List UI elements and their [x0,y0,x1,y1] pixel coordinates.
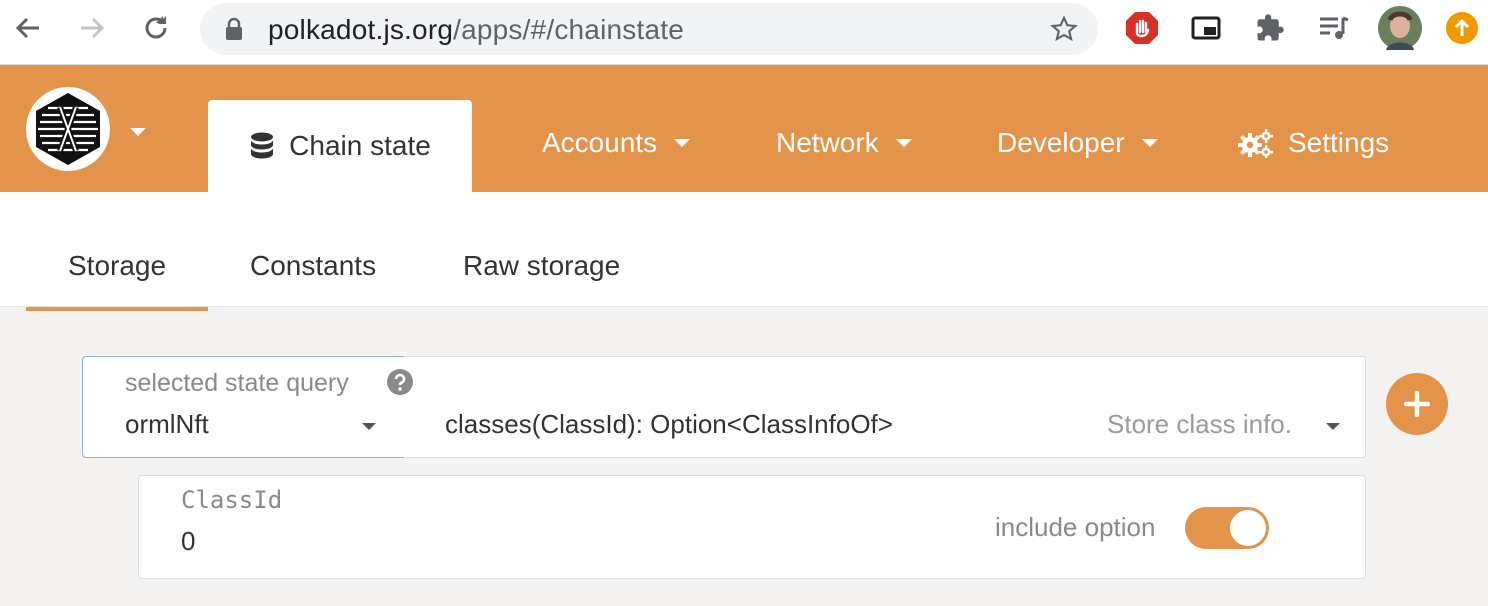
toggle-knob [1230,510,1266,546]
menu-accounts[interactable]: Accounts [542,127,691,159]
add-query-button[interactable] [1386,373,1448,435]
extensions-puzzle-icon[interactable] [1252,10,1288,46]
method-caret-icon[interactable] [1325,419,1341,437]
chevron-down-icon [1141,139,1158,147]
chevron-down-icon [895,139,912,147]
menu-developer[interactable]: Developer [997,127,1159,159]
chain-logo-icon [36,93,100,165]
forward-button[interactable] [74,10,110,46]
back-arrow-icon [15,17,39,39]
gears-icon [1238,129,1273,158]
menu-network-label: Network [776,127,879,158]
active-subtab-indicator [26,307,208,311]
method-description: Store class info. [1107,409,1292,439]
param-value[interactable]: 0 [181,526,195,557]
browser-toolbar: polkadot.js.org/apps/#/chainstate [0,0,1488,65]
menu-developer-label: Developer [997,127,1125,158]
database-icon [251,132,274,159]
url-text: polkadot.js.org/apps/#/chainstate [268,14,684,45]
media-playlist-icon[interactable] [1316,10,1352,46]
menu-settings[interactable]: Settings [1238,127,1389,159]
picture-in-picture-icon[interactable] [1188,10,1224,46]
help-icon[interactable] [387,369,413,400]
classid-param-input[interactable]: ClassId 0 include option [138,475,1366,579]
section-value[interactable]: ormlNft [125,409,209,440]
reload-icon [145,16,167,39]
tab-chain-state-label: Chain state [289,130,431,161]
lock-icon [224,17,244,46]
subtab-raw-storage[interactable]: Raw storage [463,250,620,282]
menu-accounts-label: Accounts [542,127,658,158]
subtab-constants[interactable]: Constants [250,250,376,282]
param-label: ClassId [181,486,283,514]
update-icon[interactable] [1444,10,1480,46]
query-label: selected state query [125,369,349,397]
state-query-selector: selected state query ormlNft classes(Cla… [82,356,1366,458]
subtab-storage[interactable]: Storage [68,250,166,282]
adblock-icon[interactable] [1124,10,1160,46]
address-bar[interactable]: polkadot.js.org/apps/#/chainstate [200,3,1098,55]
bookmark-star-icon[interactable] [1050,15,1078,48]
menu-settings-label: Settings [1288,127,1390,158]
chain-logo[interactable] [26,87,110,171]
menu-network[interactable]: Network [776,127,913,159]
forward-arrow-icon [81,17,105,39]
sub-navigation: Storage Constants Raw storage [0,192,1488,311]
section-caret-icon[interactable] [361,419,377,437]
chevron-down-icon [674,139,691,147]
back-button[interactable] [10,10,46,46]
plus-icon [1404,391,1430,417]
include-option-label: include option [995,512,1156,542]
chain-selector-caret-icon[interactable] [128,125,148,143]
tab-chain-state[interactable]: Chain state [208,100,472,192]
include-option-toggle[interactable] [1185,507,1269,549]
reload-button[interactable] [138,10,174,46]
profile-avatar[interactable] [1378,6,1422,50]
app-header: Chain state Accounts Network Developer S… [0,65,1488,192]
method-value[interactable]: classes(ClassId): Option<ClassInfoOf> [445,409,893,440]
